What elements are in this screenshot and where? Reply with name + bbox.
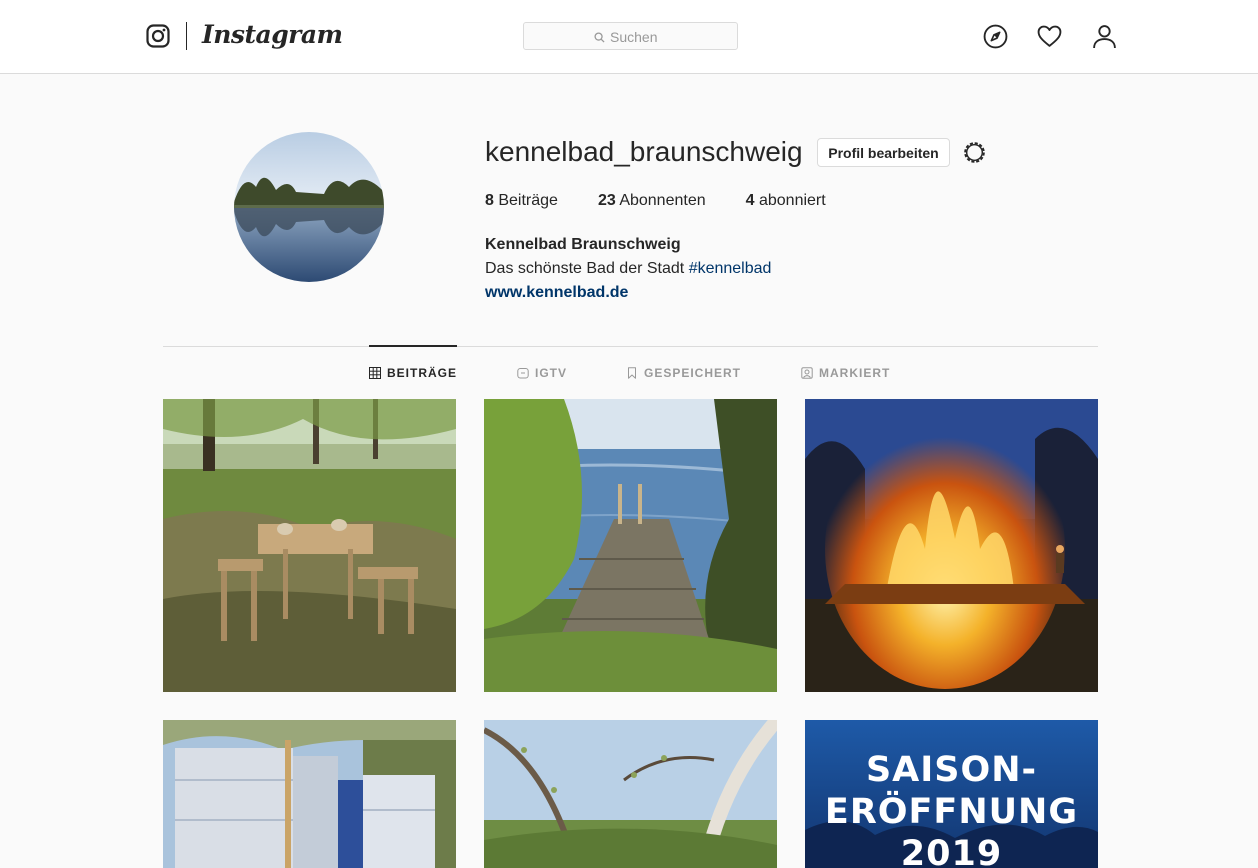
gear-icon[interactable] — [962, 140, 987, 165]
instagram-wordmark[interactable]: Instagram — [202, 20, 343, 49]
poster-line-1: SAISON- — [865, 750, 1038, 790]
post-thumbnail-wrapped-cabins[interactable] — [163, 720, 456, 868]
search-box[interactable] — [523, 22, 738, 50]
post-thumbnail-birch-branches[interactable] — [484, 720, 777, 868]
tagged-icon — [801, 367, 813, 379]
grid-icon — [369, 367, 381, 379]
post-thumbnail-bonfire[interactable] — [805, 399, 1098, 692]
tabs-divider — [163, 346, 1098, 347]
poster-line-3: 2019 — [900, 834, 1003, 868]
tab-igtv[interactable]: IGTV — [517, 366, 567, 380]
tab-posts[interactable]: BEITRÄGE — [369, 366, 457, 380]
tv-icon — [517, 368, 529, 379]
active-tab-indicator — [369, 345, 457, 347]
stat-following[interactable]: 4 abonniert — [746, 192, 826, 210]
user-icon[interactable] — [1092, 24, 1117, 49]
stat-posts[interactable]: 8 Beiträge — [485, 192, 558, 210]
bio-name: Kennelbad Braunschweig — [485, 236, 681, 253]
poster-line-2: ERÖFFNUNG — [824, 792, 1079, 832]
logo-divider — [186, 22, 187, 50]
profile-avatar[interactable] — [234, 132, 384, 282]
bio-text-line: Das schönste Bad der Stadt #kennelbad — [485, 257, 771, 281]
profile-stats: 8 Beiträge 23 Abonnenten 4 abonniert — [485, 192, 866, 210]
stat-followers[interactable]: 23 Abonnenten — [598, 192, 706, 210]
tab-tagged[interactable]: MARKIERT — [801, 366, 890, 380]
post-thumbnail-season-opening-poster[interactable]: SAISON- ERÖFFNUNG 2019 — [805, 720, 1098, 868]
bio-text: Das schönste Bad der Stadt — [485, 260, 685, 277]
post-thumbnail-lake-jetty[interactable] — [484, 399, 777, 692]
bookmark-icon — [628, 367, 636, 379]
bio-hashtag-link[interactable]: #kennelbad — [689, 260, 772, 277]
profile-bio: Kennelbad Braunschweig Das schönste Bad … — [485, 233, 771, 305]
instagram-camera-icon[interactable] — [146, 24, 170, 48]
tab-saved[interactable]: GESPEICHERT — [626, 366, 741, 380]
bio-website-link[interactable]: www.kennelbad.de — [485, 284, 628, 301]
profile-username: kennelbad_braunschweig — [485, 136, 803, 167]
search-input[interactable] — [610, 29, 700, 45]
compass-icon[interactable] — [983, 24, 1008, 49]
search-icon — [594, 31, 605, 43]
top-navigation: Instagram — [0, 0, 1258, 74]
heart-icon[interactable] — [1037, 24, 1062, 49]
post-thumbnail-picnic-table[interactable] — [163, 399, 456, 692]
edit-profile-button[interactable]: Profil bearbeiten — [817, 138, 950, 167]
